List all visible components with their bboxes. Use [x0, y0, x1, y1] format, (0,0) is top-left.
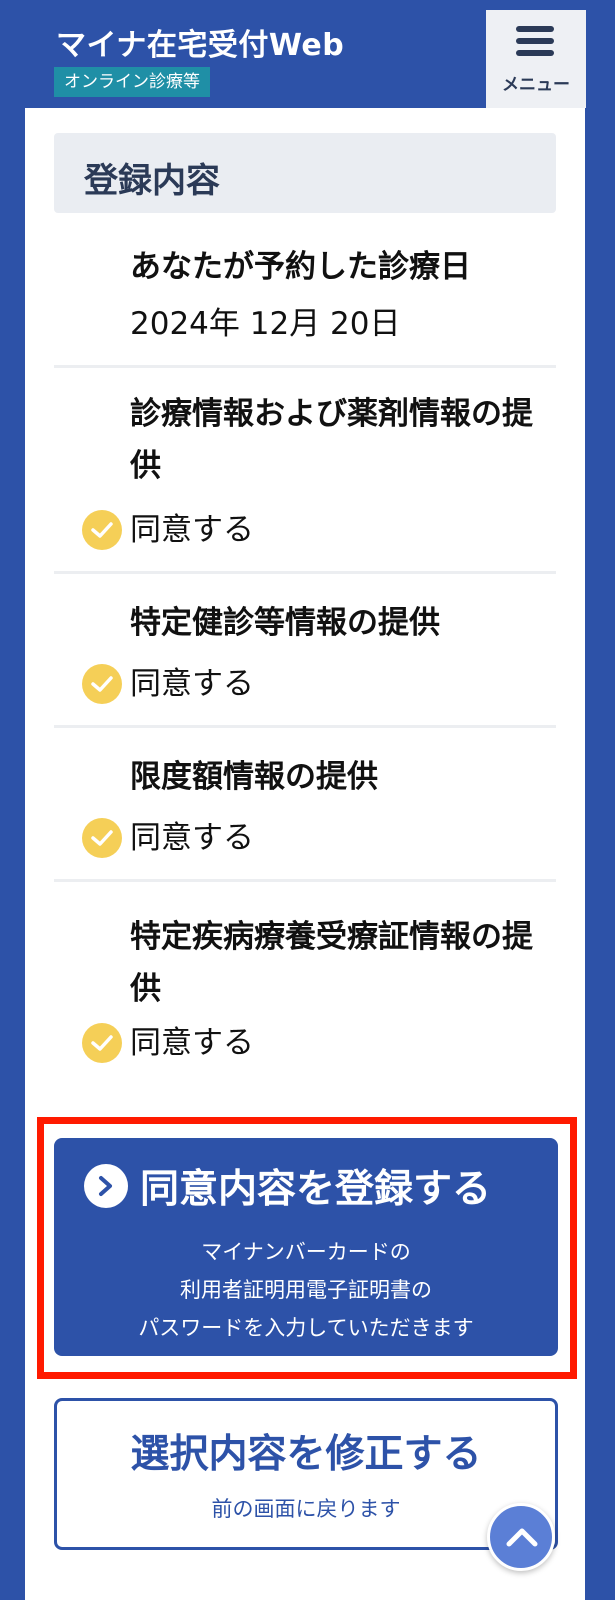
item-title: 特定健診等情報の提供 — [130, 605, 440, 641]
edit-selection-label: 選択内容を修正する — [130, 1433, 482, 1476]
chevron-right-icon — [84, 1164, 128, 1208]
register-consent-button[interactable]: 同意内容を登録する マイナンバーカードの 利用者証明用電子証明書の パスワードを… — [54, 1138, 558, 1356]
divider — [54, 571, 556, 574]
register-consent-note: マイナンバーカードの 利用者証明用電子証明書の パスワードを入力していただきます — [54, 1234, 558, 1348]
check-circle-icon — [82, 510, 122, 550]
note-line: パスワードを入力していただきます — [138, 1317, 474, 1340]
app-subtitle-badge: オンライン診療等 — [54, 67, 210, 97]
item-title: 限度額情報の提供 — [130, 759, 378, 795]
section-header: 登録内容 — [54, 133, 556, 213]
item-value: 同意する — [130, 820, 254, 856]
item-value: 同意する — [130, 1025, 254, 1061]
item-title: 特定疾病療養受療証情報の提供 — [130, 919, 533, 1007]
menu-label: メニュー — [502, 75, 570, 94]
item-value: 同意する — [130, 666, 254, 702]
item-value: 2024年 12月 20日 — [130, 306, 401, 342]
item-appointment-date: あなたが予約した診療日 2024年 12月 20日 — [54, 233, 556, 373]
item-title: あなたが予約した診療日 — [130, 249, 471, 285]
page: マイナ在宅受付Web オンライン診療等 メニュー 登録内容 あなたが予約した診療… — [0, 0, 615, 1600]
check-circle-icon — [82, 1023, 122, 1063]
edit-selection-note: 前の画面に戻ります — [211, 1498, 401, 1521]
item-health-checkup-info: 特定健診等情報の提供 同意する — [54, 579, 556, 734]
app-title[interactable]: マイナ在宅受付Web — [56, 20, 344, 64]
note-line: 利用者証明用電子証明書の — [180, 1279, 432, 1302]
scroll-to-top-button[interactable] — [487, 1503, 555, 1571]
edit-selection-button[interactable]: 選択内容を修正する 前の画面に戻ります — [54, 1398, 558, 1550]
section-title: 登録内容 — [84, 161, 220, 201]
item-limit-amount-info: 限度額情報の提供 同意する — [54, 725, 556, 885]
hamburger-icon — [516, 26, 554, 56]
note-line: マイナンバーカードの — [201, 1241, 411, 1264]
item-medical-info: 診療情報および薬剤情報の提供 同意する — [54, 380, 556, 580]
check-circle-icon — [82, 664, 122, 704]
item-specific-disease-info: 特定疾病療養受療証情報の提供 同意する — [54, 883, 556, 1083]
check-circle-icon — [82, 818, 122, 858]
header: マイナ在宅受付Web オンライン診療等 メニュー — [0, 0, 615, 108]
register-consent-label: 同意内容を登録する — [140, 1168, 492, 1211]
item-title: 診療情報および薬剤情報の提供 — [130, 396, 533, 484]
item-value: 同意する — [130, 512, 254, 548]
menu-button[interactable]: メニュー — [486, 10, 586, 108]
divider — [54, 365, 556, 368]
divider — [54, 879, 556, 882]
